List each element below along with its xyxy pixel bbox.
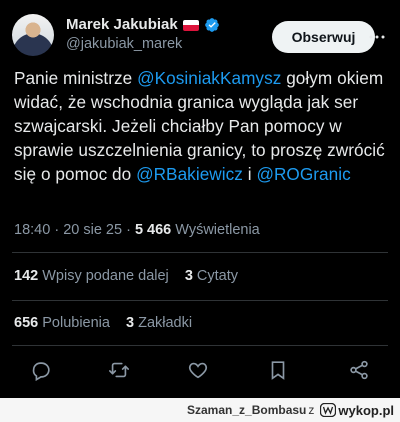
tweet-date[interactable]: 20 sie 25: [63, 222, 122, 238]
author-handle[interactable]: @jakubiak_marek: [66, 35, 220, 54]
mention-link[interactable]: @KosiniakKamysz: [137, 68, 281, 88]
tweet-time[interactable]: 18:40: [14, 222, 50, 238]
bookmarks-stat[interactable]: 3 Zakładki: [126, 315, 192, 331]
poland-flag-icon: [182, 19, 199, 31]
quotes-label: Cytaty: [192, 268, 239, 284]
action-bar: [0, 354, 400, 386]
follow-button[interactable]: Obserwuj: [272, 21, 375, 53]
stats-row-shares: 142 Wpisy podane dalej 3 Cytaty: [14, 266, 250, 286]
retweet-icon[interactable]: [108, 359, 130, 381]
quotes-stat[interactable]: 3 Cytaty: [185, 268, 238, 284]
divider: [12, 345, 388, 346]
tweet-meta: 18:40 · 20 sie 25 · 5 466 Wyświetlenia: [14, 220, 260, 240]
likes-count: 656: [14, 315, 39, 331]
avatar[interactable]: [12, 14, 54, 56]
wykop-site-name: wykop.pl: [338, 402, 394, 418]
bookmarks-count: 3: [125, 315, 135, 331]
uploader-name[interactable]: Szaman_z_Bombasu: [187, 403, 306, 417]
wykop-footer: Szaman_z_Bombasu z wykop.pl: [0, 398, 400, 422]
verified-badge-icon: [204, 18, 219, 32]
divider: [12, 300, 388, 301]
divider: [12, 252, 388, 253]
views-label: Wyświetlenia: [171, 222, 260, 238]
reply-icon[interactable]: [30, 359, 52, 381]
likes-label: Polubienia: [38, 315, 110, 331]
meta-separator: ·: [50, 222, 64, 238]
author-name[interactable]: Marek Jakubiak: [66, 15, 178, 35]
retweets-label: Wpisy podane dalej: [38, 268, 169, 284]
wykop-logo[interactable]: wykop.pl: [320, 403, 394, 418]
mention-link[interactable]: @RBakiewicz: [136, 164, 243, 184]
author-name-row: Marek Jakubiak: [66, 15, 220, 35]
retweets-count: 142: [14, 268, 39, 284]
tweet-text-part: i: [242, 164, 257, 184]
quotes-count: 3: [184, 268, 193, 284]
tweet-text-part: Panie ministrze: [14, 68, 138, 88]
heart-icon[interactable]: [187, 359, 209, 381]
author-block: Marek Jakubiak @jakubiak_marek: [66, 15, 220, 54]
bookmarks-label: Zakładki: [134, 315, 193, 331]
stats-row-likes: 656 Polubienia 3 Zakładki: [14, 313, 204, 333]
more-icon[interactable]: [368, 28, 386, 46]
likes-stat[interactable]: 656 Polubienia: [14, 315, 110, 331]
footer-connector: z: [308, 403, 315, 417]
meta-separator: ·: [122, 222, 135, 238]
wykop-logo-icon: [320, 403, 337, 417]
retweets-stat[interactable]: 142 Wpisy podane dalej: [14, 268, 169, 284]
views-count: 5 466: [134, 222, 172, 238]
bookmark-icon[interactable]: [267, 359, 289, 381]
tweet-card: Marek Jakubiak @jakubiak_marek Obserwuj …: [0, 0, 400, 398]
tweet-text: Panie ministrze @KosiniakKamysz gołym ok…: [14, 66, 388, 186]
mention-link[interactable]: @ROGranic: [256, 164, 350, 184]
tweet-header: Marek Jakubiak @jakubiak_marek Obserwuj: [12, 12, 388, 60]
share-icon[interactable]: [348, 359, 370, 381]
